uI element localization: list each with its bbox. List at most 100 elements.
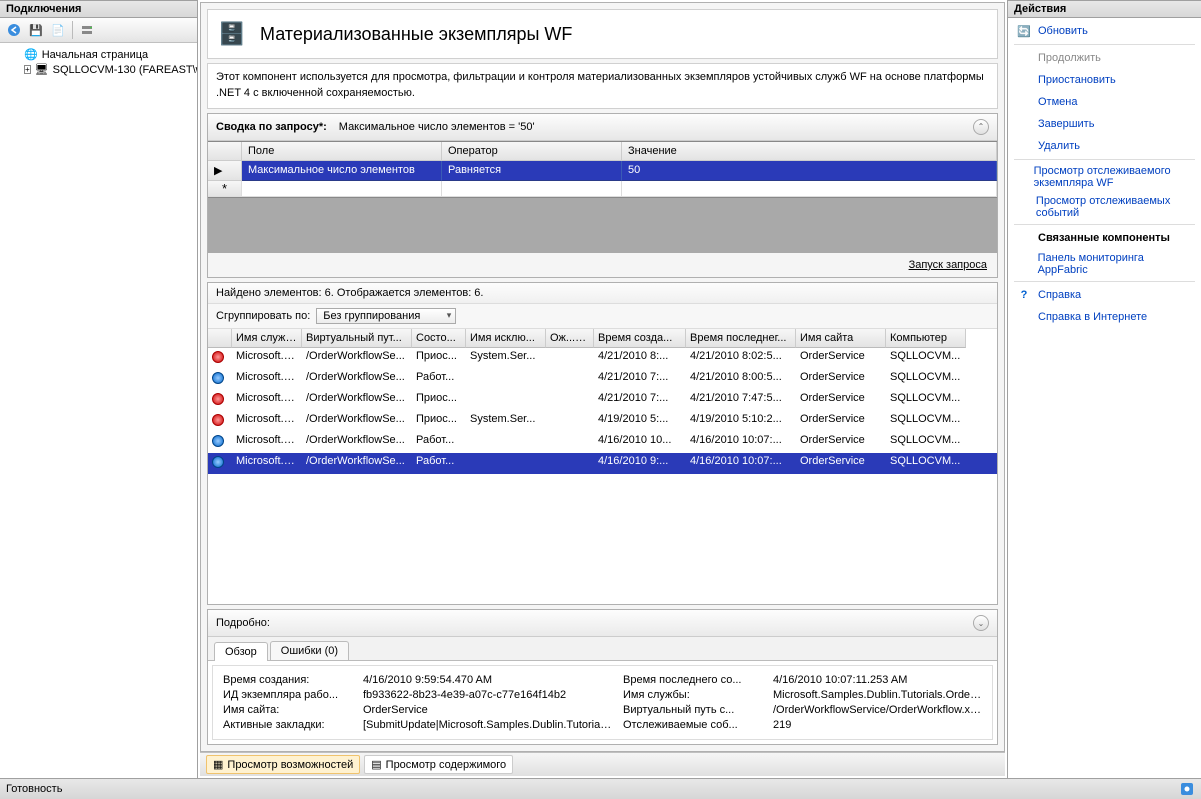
cell-last: 4/19/2010 5:10:2... [686,411,796,431]
query-header-text: Максимальное число элементов = '50' [339,121,535,133]
group-by-select[interactable]: Без группирования [316,308,456,324]
action-item[interactable]: Панель мониторинга AppFabric [1008,249,1201,279]
cell-created: 4/19/2010 5:... [594,411,686,431]
action-item[interactable]: Завершить [1008,113,1201,135]
tab-errors[interactable]: Ошибки (0) [270,641,349,660]
col-last[interactable]: Время последнег... [686,329,796,348]
run-query-link[interactable]: Запуск запроса [909,259,987,271]
table-row[interactable]: Microsoft.S.../OrderWorkflowSe...Приос..… [208,390,997,411]
action-item[interactable]: ?Справка [1008,284,1201,306]
collapse-icon[interactable]: ⌃ [973,119,989,135]
tab-features-view[interactable]: ▦ Просмотр возможностей [206,755,360,774]
cell-last: 4/21/2010 8:02:5... [686,348,796,368]
query-grid: Поле Оператор Значение ▶ Максимальное чи… [208,141,997,197]
save-icon[interactable]: 💾 [26,20,46,40]
query-row-blank[interactable]: * [208,181,997,197]
cell-site: OrderService [796,411,886,431]
qrow-op: Равняется [442,161,622,181]
cell-site: OrderService [796,369,886,389]
results-block: Найдено элементов: 6. Отображается элеме… [207,282,998,605]
status-text: Готовность [6,783,62,795]
tree-home[interactable]: 🌐 Начальная страница [4,47,193,62]
tab-content-label: Просмотр содержимого [386,759,507,771]
cell-vpath: /OrderWorkflowSe... [302,411,412,431]
table-header: Имя службы Виртуальный пут... Состо... И… [208,329,997,348]
connections-toolbar: 💾 📄 [0,18,197,43]
action-item[interactable]: Приостановить [1008,69,1201,91]
action-icon-blank [1016,50,1032,66]
action-item[interactable]: Удалить [1008,135,1201,157]
cell-vpath: /OrderWorkflowSe... [302,390,412,410]
col-exception[interactable]: Имя исклю... [466,329,546,348]
details-collapse-icon[interactable]: ⌄ [973,615,989,631]
table-row[interactable]: Microsoft.S.../OrderWorkflowSe...Работ..… [208,453,997,474]
action-label: Обновить [1038,25,1088,37]
action-item[interactable]: Просмотр отслеживаемого экземпляра WF [1008,162,1201,192]
action-item: Продолжить [1008,47,1201,69]
lbl-last: Время последнего со... [623,674,763,686]
action-item[interactable]: Справка в Интернете [1008,306,1201,328]
table-row[interactable]: Microsoft.S.../OrderWorkflowSe...Приос..… [208,348,997,369]
val-created: 4/16/2010 9:59:54.470 AM [363,674,613,686]
action-icon-blank [1016,94,1032,110]
cell-state: Работ... [412,432,466,452]
cell-created: 4/21/2010 7:... [594,369,686,389]
action-item[interactable]: 🔄 Обновить [1008,20,1201,42]
lbl-tracked: Отслеживаемые соб... [623,719,763,731]
config-icon[interactable] [1179,781,1195,797]
server-icon[interactable] [77,20,97,40]
col-vpath[interactable]: Виртуальный пут... [302,329,412,348]
cell-exception [466,369,546,389]
action-icon-blank [1016,256,1032,272]
action-icon-blank [1016,72,1032,88]
status-blue-icon [212,456,224,468]
query-row-selected[interactable]: ▶ Максимальное число элементов Равняется… [208,161,997,181]
col-state[interactable]: Состо... [412,329,466,348]
col-computer[interactable]: Компьютер [886,329,966,348]
table-row[interactable]: Microsoft.S.../OrderWorkflowSe...Работ..… [208,432,997,453]
table-row[interactable]: Microsoft.S.../OrderWorkflowSe...Работ..… [208,369,997,390]
action-item[interactable]: Просмотр отслеживаемых событий [1008,192,1201,222]
col-wait[interactable]: Ож... ▲ [546,329,594,348]
cell-site: OrderService [796,390,886,410]
action-icon-blank [1016,199,1030,215]
col-service[interactable]: Имя службы [232,329,302,348]
details-tabs: Обзор Ошибки (0) [208,637,997,661]
new-doc-icon[interactable]: 📄 [48,20,68,40]
table-row[interactable]: Microsoft.S.../OrderWorkflowSe...Приос..… [208,411,997,432]
cell-last: 4/21/2010 8:00:5... [686,369,796,389]
divider [1014,224,1195,225]
action-label: Просмотр отслеживаемых событий [1036,195,1193,219]
qcol-field[interactable]: Поле [242,142,442,161]
features-icon: ▦ [213,758,223,771]
tab-features-label: Просмотр возможностей [227,759,353,771]
cell-exception: System.Ser... [466,348,546,368]
cell-service: Microsoft.S... [232,453,302,473]
lbl-created: Время создания: [223,674,353,686]
col-site[interactable]: Имя сайта [796,329,886,348]
action-icon: 🔄 [1016,23,1032,39]
tab-overview[interactable]: Обзор [214,642,268,661]
separator-icon [72,21,73,39]
cell-last: 4/16/2010 10:07:... [686,453,796,473]
actions-pane: Действия 🔄ОбновитьПродолжитьПриостановит… [1007,0,1201,778]
qcol-val[interactable]: Значение [622,142,997,161]
tab-content-view[interactable]: ▤ Просмотр содержимого [364,755,513,774]
status-red-icon [212,414,224,426]
action-label: Связанные компоненты [1038,232,1170,244]
nav-back-icon[interactable] [4,20,24,40]
query-grid-header: Поле Оператор Значение [208,142,997,161]
expander-icon[interactable]: + [24,65,31,74]
tree-server[interactable]: + 🖥 SQLLOCVM-130 (FAREAST\wssb [4,62,193,77]
page-title-row: 🗄️ Материализованные экземпляры WF [207,9,998,59]
status-blue-icon [212,435,224,447]
content-icon: ▤ [371,758,381,771]
qcol-op[interactable]: Оператор [442,142,622,161]
cell-vpath: /OrderWorkflowSe... [302,432,412,452]
cell-vpath: /OrderWorkflowSe... [302,348,412,368]
action-item[interactable]: Отмена [1008,91,1201,113]
col-created[interactable]: Время созда... [594,329,686,348]
col-status[interactable] [208,329,232,348]
cell-computer: SQLLOCVM... [886,390,966,410]
overview-grid: Время создания: 4/16/2010 9:59:54.470 AM… [212,665,993,740]
